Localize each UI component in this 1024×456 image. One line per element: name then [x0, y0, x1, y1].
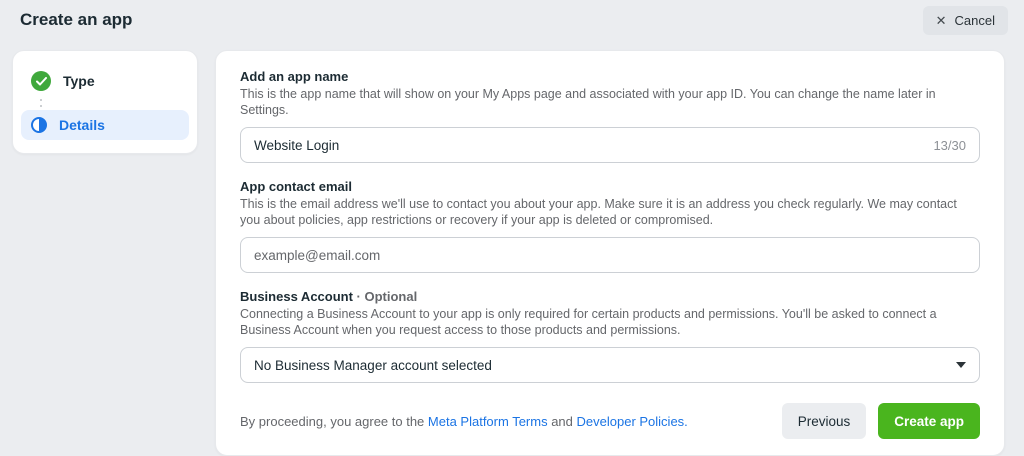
- check-circle-icon: [31, 71, 51, 91]
- step-connector-dots: [40, 96, 42, 110]
- cancel-button[interactable]: ✕ Cancel: [923, 6, 1008, 35]
- app-name-section: Add an app name This is the app name tha…: [240, 68, 980, 163]
- agreement-prefix: By proceeding, you agree to the: [240, 414, 428, 429]
- business-account-select[interactable]: No Business Manager account selected: [240, 347, 980, 383]
- meta-platform-terms-link[interactable]: Meta Platform Terms: [428, 414, 548, 429]
- page-header: Create an app ✕ Cancel: [0, 0, 1024, 40]
- details-form-panel: Add an app name This is the app name tha…: [215, 50, 1005, 456]
- step-type[interactable]: Type: [21, 66, 189, 96]
- business-account-selected-value: No Business Manager account selected: [254, 358, 492, 373]
- app-name-input[interactable]: [254, 138, 923, 153]
- app-name-description: This is the app name that will show on y…: [240, 86, 980, 118]
- business-account-label-text: Business Account: [240, 289, 353, 304]
- char-counter: 13/30: [933, 138, 966, 153]
- contact-email-input[interactable]: [254, 248, 966, 263]
- app-name-label: Add an app name: [240, 68, 980, 85]
- create-app-button[interactable]: Create app: [878, 403, 980, 439]
- contact-email-input-shell: [240, 237, 980, 273]
- create-app-page: Create an app ✕ Cancel Type Details Add …: [0, 0, 1024, 430]
- half-filled-circle-icon: [31, 117, 47, 133]
- agreement-text: By proceeding, you agree to the Meta Pla…: [240, 414, 688, 429]
- business-account-section: Business Account · Optional Connecting a…: [240, 288, 980, 383]
- previous-button[interactable]: Previous: [782, 403, 867, 439]
- steps-sidebar: Type Details: [12, 50, 198, 154]
- contact-email-description: This is the email address we'll use to c…: [240, 196, 980, 228]
- business-account-label: Business Account · Optional: [240, 288, 980, 305]
- app-name-input-shell: 13/30: [240, 127, 980, 163]
- panel-footer: By proceeding, you agree to the Meta Pla…: [240, 403, 980, 439]
- business-account-description: Connecting a Business Account to your ap…: [240, 306, 980, 338]
- step-type-label: Type: [63, 73, 95, 89]
- chevron-down-icon: [956, 362, 966, 368]
- developer-policies-link[interactable]: Developer Policies.: [577, 414, 688, 429]
- content-row: Type Details Add an app name This is the…: [0, 40, 1024, 456]
- page-title: Create an app: [20, 10, 132, 30]
- contact-email-label: App contact email: [240, 178, 980, 195]
- footer-actions: Previous Create app: [782, 403, 980, 439]
- optional-label: · Optional: [353, 289, 417, 304]
- step-details[interactable]: Details: [21, 110, 189, 140]
- step-details-label: Details: [59, 117, 105, 133]
- cancel-button-label: Cancel: [955, 13, 995, 28]
- close-icon: ✕: [936, 14, 947, 27]
- contact-email-section: App contact email This is the email addr…: [240, 178, 980, 273]
- agreement-middle: and: [548, 414, 577, 429]
